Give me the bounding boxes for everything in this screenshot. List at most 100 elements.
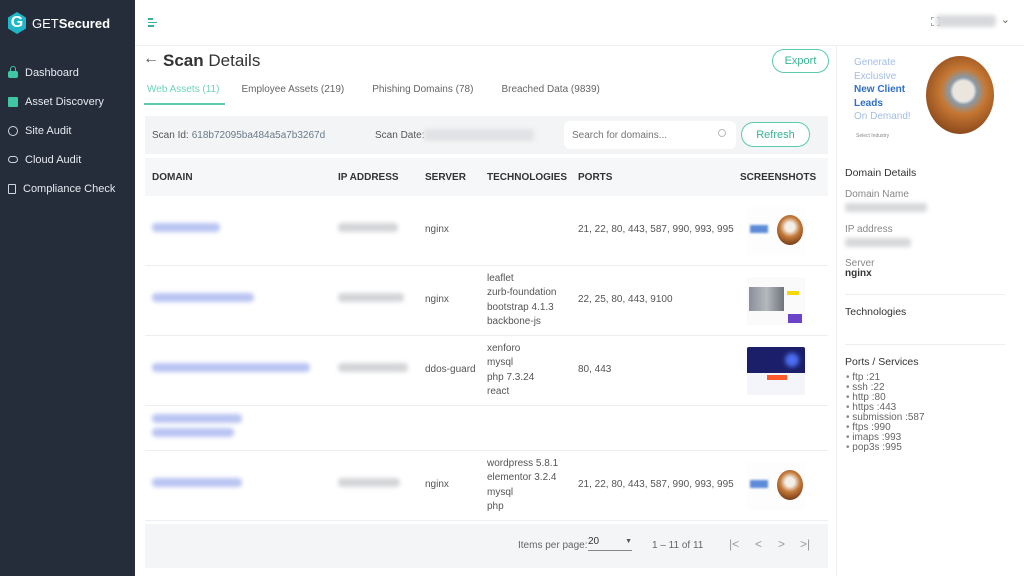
sidebar-item-site-audit[interactable]: Site Audit (0, 116, 135, 145)
export-button[interactable]: Export (772, 49, 829, 73)
technologies-title: Technologies (845, 306, 907, 318)
domain-name-value-redacted (845, 203, 927, 212)
technologies-cell: wordpress 5.8.1 elementor 3.2.4 mysql ph… (487, 457, 578, 515)
previous-page-button[interactable]: < (755, 537, 762, 551)
server-cell: ddos-guard (425, 364, 476, 376)
sidebar: G GETSecured Dashboard Asset Discovery S… (0, 0, 135, 576)
technology-item: react (487, 386, 510, 397)
domain-link-redacted[interactable] (152, 223, 220, 233)
database-icon (8, 96, 18, 107)
search-icon[interactable] (718, 129, 726, 137)
scan-info-bar: Scan Id: 618b72095ba484a5a7b3267d Scan D… (145, 116, 828, 154)
scan-id-value: 618b72095ba484a5a7b3267d (191, 129, 326, 141)
globe-icon (8, 125, 18, 136)
search-input[interactable] (572, 129, 712, 141)
brand-prefix: GET (32, 15, 59, 31)
table-row[interactable]: nginx wordpress 5.8.1 elementor 3.2.4 my… (145, 451, 828, 521)
technology-item: mysql (487, 486, 514, 498)
sidebar-item-cloud-audit[interactable]: Cloud Audit (0, 145, 135, 174)
tab-web-assets[interactable]: Web Assets (11) (143, 84, 226, 105)
ports-cell: 21, 22, 80, 443, 587, 990, 993, 995 (578, 224, 734, 236)
technologies-cell: xenforo mysql php 7.3.24 react (487, 342, 578, 400)
topbar: ⌄ (135, 0, 1024, 46)
domain-details-title: Domain Details (845, 167, 917, 179)
screenshot-thumbnail[interactable] (747, 276, 805, 325)
column-header-ports[interactable]: PORTS (578, 172, 740, 183)
technology-item: php 7.3.24 (487, 371, 535, 383)
domain-link-redacted[interactable] (152, 293, 254, 303)
domain-link-redacted[interactable] (152, 478, 242, 488)
last-page-button[interactable]: >| (800, 537, 810, 551)
paginator: Items per page: 20 ▼ 1 – 11 of 11 |< < >… (145, 524, 828, 568)
screenshot-thumbnail[interactable] (747, 206, 805, 255)
divider (845, 344, 1005, 345)
promo-phone-image (926, 56, 994, 134)
promo-banner[interactable]: Generate Exclusive New Client Leads On D… (854, 56, 911, 124)
sidebar-nav: Dashboard Asset Discovery Site Audit Clo… (0, 58, 135, 203)
promo-subtext: Select Industry (856, 133, 890, 139)
promo-headline: New Client (854, 84, 906, 95)
logo-icon: G (8, 12, 26, 34)
menu-toggle-icon[interactable] (148, 18, 158, 29)
tab-bar: Web Assets (11) Employee Assets (219) Ph… (143, 84, 622, 105)
ip-address-redacted (338, 293, 404, 303)
domain-link-redacted[interactable] (152, 428, 234, 437)
domain-link-redacted[interactable] (152, 363, 310, 373)
screenshot-thumbnail[interactable] (747, 346, 805, 395)
column-header-screenshots[interactable]: SCREENSHOTS (740, 172, 828, 183)
technology-item: elementor 3.2.4 (487, 472, 557, 483)
promo-line: On Demand! (854, 111, 911, 122)
server-cell: nginx (425, 294, 449, 306)
items-per-page-select[interactable]: 20 ▼ (588, 536, 632, 551)
table-row[interactable] (145, 406, 828, 451)
sidebar-item-asset-discovery[interactable]: Asset Discovery (0, 87, 135, 116)
server-cell: nginx (425, 479, 449, 491)
sidebar-item-compliance-check[interactable]: Compliance Check (0, 174, 135, 203)
page-title: Scan Details (163, 51, 260, 71)
domain-name-label: Domain Name (845, 189, 909, 200)
table-row[interactable]: ddos-guard xenforo mysql php 7.3.24 reac… (145, 336, 828, 406)
technology-item: bootstrap 4.1.3 (487, 301, 554, 313)
first-page-button[interactable]: |< (729, 537, 739, 551)
technologies-cell: leaflet zurb-foundation bootstrap 4.1.3 … (487, 272, 578, 330)
sidebar-item-dashboard[interactable]: Dashboard (0, 58, 135, 87)
domain-link-redacted[interactable] (152, 413, 242, 423)
chevron-down-icon[interactable]: ⌄ (1001, 13, 1010, 26)
ports-services-title: Ports / Services (845, 356, 919, 368)
page-title-rest: Details (203, 51, 261, 70)
screenshot-thumbnail[interactable] (747, 461, 805, 510)
items-per-page-label: Items per page: (518, 540, 588, 551)
column-header-domain[interactable]: DOMAIN (145, 172, 338, 183)
promo-line: Exclusive (854, 70, 897, 82)
table-row[interactable]: nginx 21, 22, 80, 443, 587, 990, 993, 99… (145, 196, 828, 266)
brand-suffix: Secured (58, 15, 111, 31)
ports-cell: 80, 443 (578, 364, 612, 376)
tab-employee-assets[interactable]: Employee Assets (219) (241, 84, 344, 105)
back-arrow-icon[interactable]: ← (143, 50, 159, 68)
column-header-ip[interactable]: IP ADDRESS (338, 172, 425, 183)
column-header-technologies[interactable]: TECHNOLOGIES (487, 172, 578, 183)
tab-phishing-domains[interactable]: Phishing Domains (78) (372, 84, 473, 105)
logo[interactable]: G GETSecured (8, 12, 110, 34)
column-header-server[interactable]: SERVER (425, 172, 487, 183)
technology-item: wordpress 5.8.1 (487, 457, 559, 469)
server-value: nginx (845, 268, 872, 279)
sidebar-item-label: Dashboard (25, 66, 79, 79)
assets-table: DOMAIN IP ADDRESS SERVER TECHNOLOGIES PO… (145, 158, 828, 521)
ip-address-redacted (338, 223, 398, 233)
refresh-button[interactable]: Refresh (741, 122, 810, 147)
ports-cell: 22, 25, 80, 443, 9100 (578, 294, 673, 306)
items-per-page-value: 20 (588, 536, 600, 547)
user-name-redacted[interactable] (936, 15, 996, 27)
cloud-icon (8, 156, 18, 163)
next-page-button[interactable]: > (778, 537, 785, 551)
ports-cell: 21, 22, 80, 443, 587, 990, 993, 995 (578, 479, 734, 491)
technology-item: zurb-foundation (487, 287, 557, 298)
table-row[interactable]: nginx leaflet zurb-foundation bootstrap … (145, 266, 828, 336)
domain-details-panel: Generate Exclusive New Client Leads On D… (836, 46, 1024, 576)
ip-address-label: IP address (845, 224, 893, 235)
port-service-item: pop3s :995 (846, 443, 925, 453)
tab-breached-data[interactable]: Breached Data (9839) (501, 84, 599, 105)
document-icon (8, 183, 16, 194)
dropdown-caret-icon: ▼ (625, 538, 632, 545)
